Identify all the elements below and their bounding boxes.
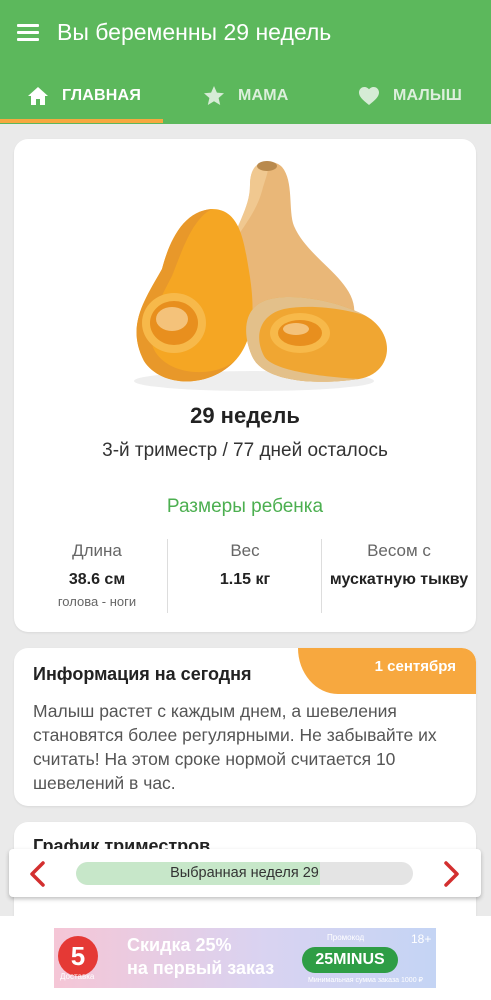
trimester-text: 3-й триместр / 77 дней осталось (102, 440, 388, 461)
selected-tab-indicator (0, 119, 163, 123)
tab-mom[interactable]: МАМА (202, 68, 289, 124)
stat-comparison-value: мускатную тыкву (329, 571, 469, 588)
ad-banner[interactable]: 5 Доставка Скидка 25% на первый заказ Пр… (54, 928, 436, 988)
weeks-heading: 29 недель (190, 403, 300, 428)
tab-bar: ГЛАВНАЯ МАМА МАЛЫШ (0, 68, 491, 124)
hamburger-menu-icon[interactable] (17, 24, 39, 42)
stat-divider (167, 539, 168, 613)
tab-baby[interactable]: МАЛЫШ (357, 68, 462, 124)
ad-subheadline: на первый заказ (127, 958, 275, 978)
stat-weight-heading: Вес (230, 541, 260, 560)
butternut-squash-image (134, 161, 387, 391)
stat-weight-value: 1.15 кг (219, 571, 271, 588)
star-icon (202, 84, 226, 108)
ad-area: 5 Доставка Скидка 25% на первый заказ Пр… (0, 916, 491, 1000)
app-bar: Вы беременны 29 недель ГЛАВНАЯ МАМА МАЛЫ… (0, 0, 491, 124)
week-selector: Выбранная неделя 29 (9, 849, 481, 897)
selected-week-label: Выбранная неделя 29 (170, 865, 319, 881)
today-info-body: Малыш растет с каждым днем, а шевеления … (33, 701, 437, 793)
home-icon (26, 84, 50, 108)
baby-sizes-link[interactable]: Размеры ребенка (14, 496, 476, 518)
ad-min-order: Минимальная сумма заказа 1000 ₽ (308, 977, 423, 984)
ad-logo-sub: Доставка (60, 972, 95, 981)
ad-promo-code: 25MINUS (302, 947, 398, 973)
stat-length-value: 38.6 см (68, 571, 126, 588)
today-info-title: Информация на сегодня (33, 664, 252, 684)
overview-card: 29 недель 3-й триместр / 77 дней осталос… (14, 139, 476, 632)
tab-home[interactable]: ГЛАВНАЯ (26, 68, 141, 124)
heart-icon (357, 84, 381, 108)
ad-promo-label: Промокод (327, 933, 365, 942)
tab-home-label: ГЛАВНАЯ (62, 87, 142, 104)
ad-logo: 5 (58, 936, 98, 976)
next-week-button[interactable] (440, 861, 462, 887)
ad-headline: Скидка 25% (127, 935, 232, 955)
chevron-right-icon (444, 861, 459, 887)
app-bar-title: Вы беременны 29 недель (57, 19, 332, 45)
stat-comparison-heading: Весом с (367, 541, 431, 560)
stat-length-sub: голова - ноги (57, 594, 137, 609)
stat-length-heading: Длина (72, 541, 122, 560)
stat-comparison: Весом с мускатную тыкву (322, 541, 476, 589)
week-progress-track[interactable]: Выбранная неделя 29 (76, 862, 413, 885)
tab-mom-label: МАМА (238, 87, 289, 104)
tab-baby-label: МАЛЫШ (393, 87, 463, 104)
chevron-left-icon (30, 861, 45, 887)
stat-length: Длина 38.6 см голова - ноги (28, 541, 166, 609)
date-badge: 1 сентября (298, 648, 476, 694)
today-info-card: 1 сентября Информация на сегодня Малыш р… (14, 648, 476, 806)
ad-age-rating: 18+ (411, 932, 432, 946)
previous-week-button[interactable] (27, 861, 49, 887)
stat-weight: Вес 1.15 кг (170, 541, 320, 589)
date-badge-text: 1 сентября (374, 658, 456, 675)
